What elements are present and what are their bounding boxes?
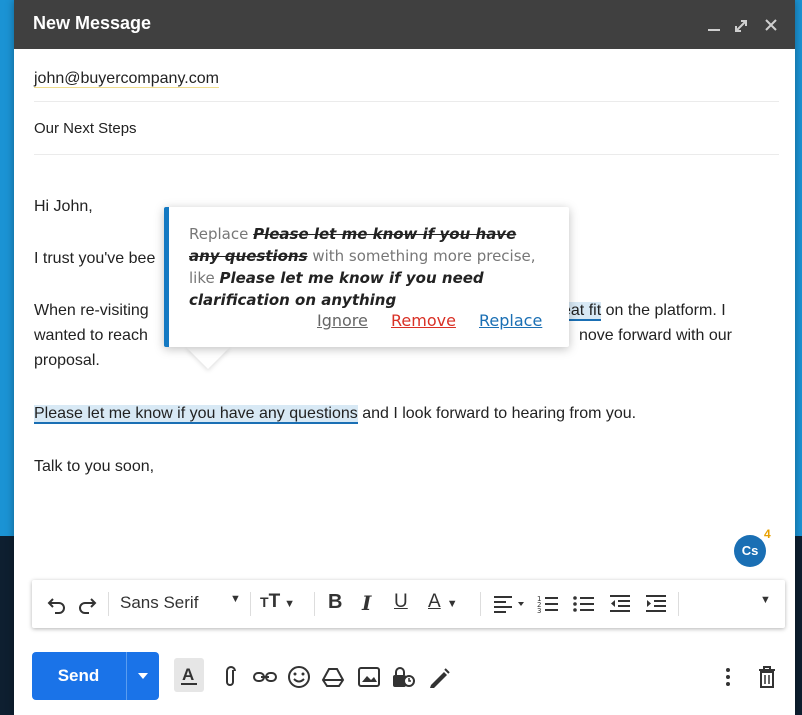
formatting-icon[interactable]: A xyxy=(174,658,204,692)
svg-text:3: 3 xyxy=(537,607,541,615)
replace-button[interactable]: Replace xyxy=(479,311,542,330)
compose-window: New Message john@buyercompany.com Our Ne… xyxy=(14,0,795,715)
indent-more-icon[interactable] xyxy=(644,592,668,616)
suggestion-replacement: Please let me know if you need clarifica… xyxy=(189,269,484,309)
formatting-toolbar: Sans Serif ▼ TT ▼ B I U A ▼ 123 ▼ xyxy=(32,580,785,628)
remove-button[interactable]: Remove xyxy=(391,311,456,330)
ignore-button[interactable]: Ignore xyxy=(317,311,368,330)
divider xyxy=(34,101,779,102)
svg-text:A: A xyxy=(182,665,194,684)
italic-icon[interactable]: I xyxy=(362,591,371,615)
signature-icon[interactable] xyxy=(426,664,452,690)
trash-icon[interactable] xyxy=(756,664,778,690)
separator xyxy=(250,592,251,616)
separator xyxy=(678,592,679,616)
minimize-icon[interactable] xyxy=(704,10,726,38)
assistant-badge[interactable]: Cs xyxy=(734,535,766,567)
underline-icon[interactable]: U xyxy=(394,591,408,615)
body-text: and I look forward to hearing from you. xyxy=(357,405,637,422)
separator xyxy=(314,592,315,616)
send-button-group: Send xyxy=(32,652,159,700)
bold-icon[interactable]: B xyxy=(328,591,342,615)
photo-icon[interactable] xyxy=(356,664,382,690)
divider xyxy=(34,154,779,155)
link-icon[interactable] xyxy=(252,664,278,690)
font-name: Sans Serif xyxy=(120,593,199,612)
close-icon[interactable] xyxy=(760,10,782,38)
body-greeting: Hi John, xyxy=(34,198,93,215)
separator xyxy=(108,592,109,616)
body-sentence: Please let me know if you have any quest… xyxy=(34,402,636,425)
more-options-icon[interactable] xyxy=(722,664,734,690)
body-text: on the platform. I xyxy=(601,302,726,319)
recipient-chip: john@buyercompany.com xyxy=(34,70,219,88)
separator xyxy=(480,592,481,616)
drive-icon[interactable] xyxy=(320,664,346,690)
chevron-down-icon: ▼ xyxy=(230,593,241,605)
suggestion-prefix: Replace xyxy=(189,225,254,243)
redo-icon[interactable] xyxy=(76,592,98,616)
more-formatting-icon[interactable]: ▼ xyxy=(760,594,771,618)
assistant-count: 4 xyxy=(764,527,771,541)
body-text: wanted to reach xyxy=(34,327,148,344)
suggestion-popup: Replace Please let me know if you have a… xyxy=(164,207,569,347)
bulleted-list-icon[interactable] xyxy=(572,592,596,616)
body-signoff: Talk to you soon, xyxy=(34,458,155,475)
body-text-continuation: eat fit on the platform. I xyxy=(562,299,726,322)
flagged-sentence[interactable]: Please let me know if you have any quest… xyxy=(34,405,358,424)
font-dropdown[interactable]: Sans Serif ▼ xyxy=(120,593,241,617)
send-button[interactable]: Send xyxy=(32,666,125,686)
numbered-list-icon[interactable]: 123 xyxy=(536,592,560,616)
undo-icon[interactable] xyxy=(46,592,68,616)
text-size-icon[interactable]: TT ▼ xyxy=(260,591,295,615)
align-icon[interactable] xyxy=(492,592,528,616)
window-title: New Message xyxy=(33,13,152,33)
popup-tail xyxy=(186,347,230,369)
body-text: nove forward with our xyxy=(579,327,732,344)
recipient-field[interactable]: john@buyercompany.com xyxy=(34,70,219,88)
expand-icon[interactable] xyxy=(730,10,752,38)
title-bar: New Message xyxy=(14,0,795,49)
send-options-icon[interactable] xyxy=(127,652,159,700)
attach-icon[interactable] xyxy=(220,664,240,690)
confidential-icon[interactable] xyxy=(390,664,416,690)
body-text: When re-visiting xyxy=(34,302,149,319)
emoji-icon[interactable] xyxy=(286,664,312,690)
indent-less-icon[interactable] xyxy=(608,592,632,616)
body-line: I trust you've bee xyxy=(34,250,156,267)
subject-field[interactable]: Our Next Steps xyxy=(34,120,137,137)
body-paragraph-line: proposal. xyxy=(34,352,100,369)
suggestion-message: Replace Please let me know if you have a… xyxy=(189,223,549,311)
text-color-icon[interactable]: A ▼ xyxy=(428,591,458,615)
